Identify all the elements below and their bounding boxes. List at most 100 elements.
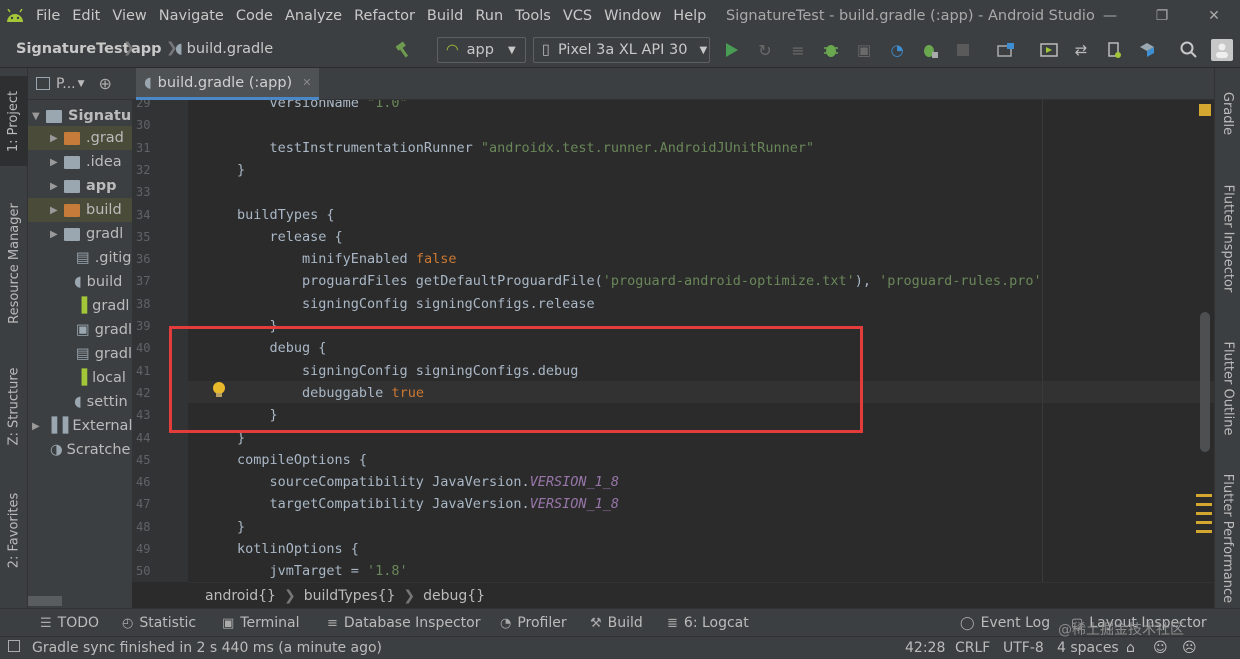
apply-code-changes-icon[interactable]: ≡ [788, 40, 808, 60]
attach-debugger-icon[interactable] [920, 40, 940, 60]
menu-navigate[interactable]: Navigate [153, 0, 230, 32]
breadcrumb-debug[interactable]: debug{} [423, 588, 485, 604]
breadcrumb-buildtypes[interactable]: buildTypes{} [304, 588, 396, 604]
resource-icon[interactable] [1137, 40, 1157, 60]
tool-tab-profiler[interactable]: ◔ Profiler [500, 609, 567, 637]
frown-icon[interactable]: ☹ [1182, 637, 1197, 659]
menu-run[interactable]: Run [469, 0, 509, 32]
collapse-icon[interactable]: ▶ [50, 157, 64, 168]
line-separator[interactable]: CRLF [955, 637, 990, 659]
tool-tab-event-log[interactable]: ◯ Event Log [960, 609, 1050, 637]
code-line[interactable]: proguardFiles getDefaultProguardFile('pr… [237, 270, 1042, 292]
minimize-icon[interactable]: — [1084, 0, 1136, 32]
code-line[interactable]: jvmTarget = '1.8' [237, 560, 408, 582]
breadcrumb-android[interactable]: android{} [205, 588, 276, 604]
run-icon[interactable] [722, 40, 742, 60]
file-encoding[interactable]: UTF-8 [1003, 637, 1044, 659]
coverage-icon[interactable]: ▣ [854, 40, 874, 60]
collapse-icon[interactable]: ▶ [32, 421, 46, 432]
locate-icon[interactable]: ⊕ [99, 74, 112, 93]
tool-tab-statistic[interactable]: ◴ Statistic [122, 609, 196, 637]
code-line[interactable]: } [237, 516, 245, 538]
sdk-manager-icon[interactable]: ⇄ [1071, 40, 1091, 60]
menu-help[interactable]: Help [667, 0, 712, 32]
tool-tab-project[interactable]: 1: Project [0, 76, 28, 166]
breadcrumb-project[interactable]: SignatureTest [16, 41, 130, 57]
tree-item-gitignore[interactable]: ▤ .gitig [76, 246, 131, 270]
breadcrumb-file[interactable]: ◖ build.gradle [175, 41, 273, 57]
code-line[interactable]: compileOptions { [237, 449, 367, 471]
tool-tab-favorites[interactable]: 2: Favorites [0, 480, 28, 580]
tree-item-settings-gradle[interactable]: ◖ settin [74, 390, 128, 414]
code-line[interactable]: minifyEnabled false [237, 248, 456, 270]
menu-build[interactable]: Build [421, 0, 469, 32]
tool-tab-todo[interactable]: ☰ TODO [40, 609, 99, 637]
tool-tab-logcat[interactable]: ≣ 6: Logcat [667, 609, 749, 637]
tree-item-external-libraries[interactable]: ▶ ▐▐ External [32, 414, 132, 438]
tree-item-app-module[interactable]: ▶ app [50, 174, 117, 198]
menu-tools[interactable]: Tools [509, 0, 557, 32]
device-manager-icon[interactable] [1104, 40, 1124, 60]
code-line[interactable]: kotlinOptions { [237, 538, 359, 560]
tool-tab-flutter-inspector[interactable]: Flutter Inspector [1215, 168, 1240, 308]
status-message[interactable]: Gradle sync finished in 2 s 440 ms (a mi… [32, 637, 382, 659]
expand-icon[interactable]: ▼ [32, 111, 46, 122]
code-line[interactable]: sourceCompatibility JavaVersion.VERSION_… [237, 471, 620, 493]
code-line[interactable]: targetCompatibility JavaVersion.VERSION_… [237, 493, 620, 515]
tree-item-scratches[interactable]: ◑ Scratche [50, 438, 130, 462]
chevron-down-icon[interactable]: ▼ [78, 79, 85, 89]
status-message-icon[interactable] [8, 637, 20, 659]
tree-item-project-root[interactable]: ▼ Signatur [32, 104, 132, 128]
avd-manager-icon[interactable] [1039, 40, 1059, 60]
code-line[interactable]: release { [237, 226, 343, 248]
sync-project-icon[interactable] [996, 40, 1016, 60]
search-icon[interactable] [1179, 40, 1199, 60]
tree-item-local-properties[interactable]: ▐ local [76, 366, 126, 390]
tree-item-gradlew-bat[interactable]: ▤ gradl [76, 342, 132, 366]
code-line[interactable]: versionName "1.0" [237, 100, 408, 114]
apply-changes-icon[interactable]: ↻ [755, 40, 775, 60]
tree-item-gradlew[interactable]: ▣ gradl [76, 318, 132, 342]
breadcrumb-module[interactable]: app [131, 41, 162, 57]
close-icon[interactable]: ✕ [1188, 0, 1240, 32]
tree-item-gradle-properties[interactable]: ▐ gradl [76, 294, 129, 318]
tool-tab-flutter-performance[interactable]: Flutter Performance [1215, 468, 1240, 608]
tree-item-build-gradle[interactable]: ◖ build [74, 270, 122, 294]
tool-tab-structure[interactable]: Z: Structure [0, 356, 28, 456]
tree-item-idea-folder[interactable]: ▶ .idea [50, 150, 122, 174]
tree-item-gradle-folder[interactable]: ▶ .grad [28, 126, 132, 150]
tool-tab-terminal[interactable]: ▣ Terminal [222, 609, 299, 637]
tree-item-build-folder[interactable]: ▶ build [28, 198, 132, 222]
close-icon[interactable]: ✕ [302, 76, 311, 89]
restore-icon[interactable]: ❐ [1136, 0, 1188, 32]
analysis-status-icon[interactable] [1199, 104, 1211, 116]
horizontal-scrollbar[interactable] [28, 596, 62, 606]
code-line[interactable]: } [237, 159, 245, 181]
tab-build-gradle-app[interactable]: ◖ build.gradle (:app) ✕ [136, 68, 320, 100]
project-view-select[interactable]: P... [56, 76, 76, 92]
vertical-scrollbar[interactable] [1200, 312, 1210, 452]
tool-tab-gradle[interactable]: Gradle [1215, 78, 1240, 148]
stop-icon[interactable] [953, 40, 973, 60]
debug-icon[interactable] [821, 40, 841, 60]
code-line[interactable]: testInstrumentationRunner "androidx.test… [237, 137, 815, 159]
menu-window[interactable]: Window [598, 0, 667, 32]
tree-item-gradle-wrapper-folder[interactable]: ▶ gradl [50, 222, 123, 246]
menu-file[interactable]: File [30, 0, 66, 32]
collapse-icon[interactable]: ▶ [50, 205, 64, 216]
profile-icon[interactable]: ◔ [887, 40, 907, 60]
menu-analyze[interactable]: Analyze [279, 0, 348, 32]
tool-tab-database-inspector[interactable]: ≡ Database Inspector [327, 609, 480, 637]
avatar-icon[interactable] [1211, 39, 1233, 61]
menu-edit[interactable]: Edit [66, 0, 106, 32]
collapse-icon[interactable]: ▶ [50, 181, 64, 192]
code-line[interactable]: buildTypes { [237, 204, 335, 226]
menu-code[interactable]: Code [230, 0, 279, 32]
menu-vcs[interactable]: VCS [557, 0, 598, 32]
collapse-icon[interactable]: ▶ [50, 229, 64, 240]
device-select[interactable]: ▯ Pixel 3a XL API 30 ▼ [533, 37, 710, 63]
run-configuration-select[interactable]: ◠ app ▼ [437, 37, 526, 63]
tool-tab-build[interactable]: ⚒ Build [590, 609, 643, 637]
tool-tab-flutter-outline[interactable]: Flutter Outline [1215, 323, 1240, 453]
menu-refactor[interactable]: Refactor [348, 0, 421, 32]
